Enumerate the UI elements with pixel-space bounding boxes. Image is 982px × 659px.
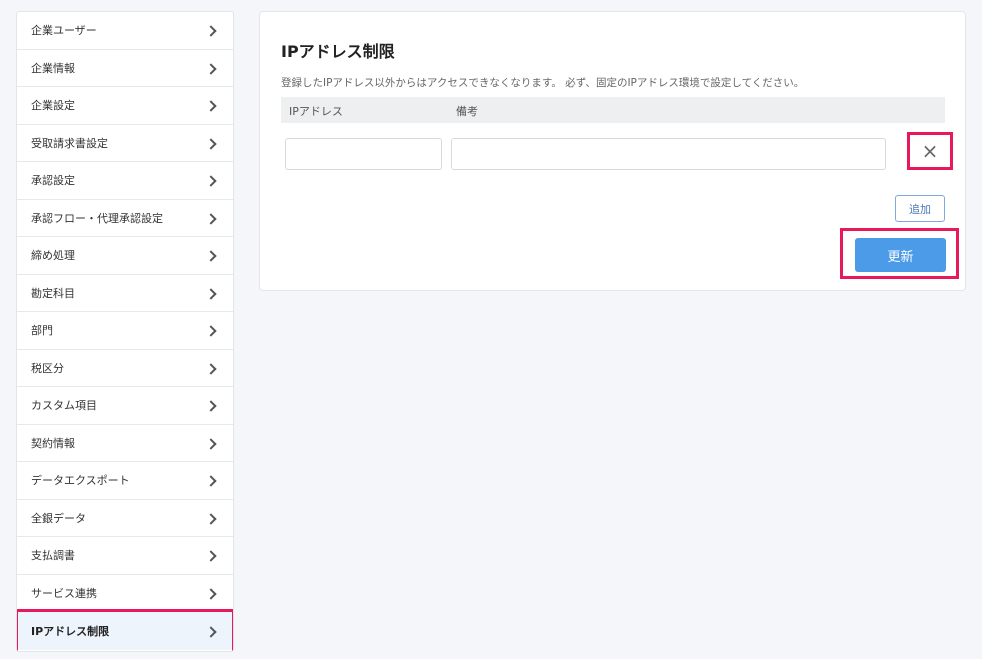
chevron-right-icon (205, 100, 217, 112)
sidebar-item-contract-info[interactable]: 契約情報 (17, 425, 233, 462)
chevron-right-icon (205, 400, 217, 412)
sidebar-item-closing[interactable]: 締め処理 (17, 237, 233, 275)
sidebar-item-label: 企業情報 (31, 61, 75, 75)
ip-address-input[interactable] (285, 138, 442, 170)
sidebar-item-approval-settings[interactable]: 承認設定 (17, 162, 233, 200)
sidebar-item-payment-records[interactable]: 支払調書 (17, 537, 233, 575)
page-title: IPアドレス制限 (281, 42, 395, 61)
sidebar-item-label: 締め処理 (31, 249, 75, 263)
description-text: 登録したIPアドレス以外からはアクセスできなくなります。 必ず、固定のIPアドレ… (281, 77, 805, 89)
chevron-right-icon (205, 175, 217, 187)
sidebar-item-tax-categories[interactable]: 税区分 (17, 350, 233, 387)
sidebar-item-company-users[interactable]: 企業ユーザー (17, 12, 233, 50)
sidebar-item-company-settings[interactable]: 企業設定 (17, 87, 233, 125)
sidebar-item-label: 税区分 (31, 361, 64, 375)
sidebar-item-label: 勘定科目 (31, 286, 75, 300)
sidebar-item-label: 承認設定 (31, 174, 75, 188)
sidebar-item-label: サービス連携 (31, 586, 97, 600)
sidebar-item-label: 受取請求書設定 (31, 136, 108, 150)
chevron-right-icon (205, 138, 217, 150)
update-button[interactable]: 更新 (855, 238, 946, 272)
table-header: IPアドレス 備考 (281, 97, 945, 123)
chevron-right-icon (205, 25, 217, 37)
sidebar-item-zengin-data[interactable]: 全銀データ (17, 500, 233, 537)
sidebar-item-label: 企業ユーザー (31, 24, 97, 38)
ip-restriction-panel: IPアドレス制限 登録したIPアドレス以外からはアクセスできなくなります。 必ず… (259, 11, 966, 291)
sidebar-item-service-integration[interactable]: サービス連携 (17, 575, 233, 612)
chevron-right-icon (205, 438, 217, 450)
sidebar-item-label: 支払調書 (31, 549, 75, 563)
remove-row-button[interactable]: × (907, 132, 953, 170)
chevron-right-icon (205, 550, 217, 562)
sidebar-item-data-export[interactable]: データエクスポート (17, 462, 233, 500)
sidebar-item-label: 部門 (31, 324, 53, 338)
note-input[interactable] (451, 138, 886, 170)
chevron-right-icon (205, 475, 217, 487)
settings-sidebar: 企業ユーザー 企業情報 企業設定 受取請求書設定 承認設定 承認フロー・代理承認… (16, 11, 234, 652)
close-icon: × (921, 139, 939, 163)
chevron-right-icon (205, 588, 217, 600)
chevron-right-icon (205, 626, 217, 638)
sidebar-item-label: 全銀データ (31, 511, 86, 525)
sidebar-item-company-info[interactable]: 企業情報 (17, 50, 233, 87)
sidebar-item-approval-flow[interactable]: 承認フロー・代理承認設定 (17, 200, 233, 237)
chevron-right-icon (205, 513, 217, 525)
sidebar-item-label: 企業設定 (31, 99, 75, 113)
chevron-right-icon (205, 63, 217, 75)
sidebar-item-label: IPアドレス制限 (31, 624, 110, 638)
chevron-right-icon (205, 363, 217, 375)
chevron-right-icon (205, 213, 217, 225)
sidebar-item-departments[interactable]: 部門 (17, 312, 233, 350)
sidebar-item-label: 承認フロー・代理承認設定 (31, 211, 163, 225)
column-header-note: 備考 (456, 105, 478, 118)
chevron-right-icon (205, 250, 217, 262)
column-header-ip: IPアドレス (289, 105, 343, 118)
chevron-right-icon (205, 288, 217, 300)
sidebar-item-received-invoice-settings[interactable]: 受取請求書設定 (17, 125, 233, 162)
sidebar-item-custom-fields[interactable]: カスタム項目 (17, 387, 233, 425)
add-row-button[interactable]: 追加 (895, 195, 945, 222)
sidebar-item-label: 契約情報 (31, 436, 75, 450)
sidebar-item-ip-restriction[interactable]: IPアドレス制限 (17, 609, 233, 651)
sidebar-item-label: カスタム項目 (31, 399, 97, 413)
chevron-right-icon (205, 325, 217, 337)
sidebar-item-label: データエクスポート (31, 474, 130, 488)
sidebar-item-accounts[interactable]: 勘定科目 (17, 275, 233, 312)
update-button-highlight: 更新 (840, 228, 959, 279)
